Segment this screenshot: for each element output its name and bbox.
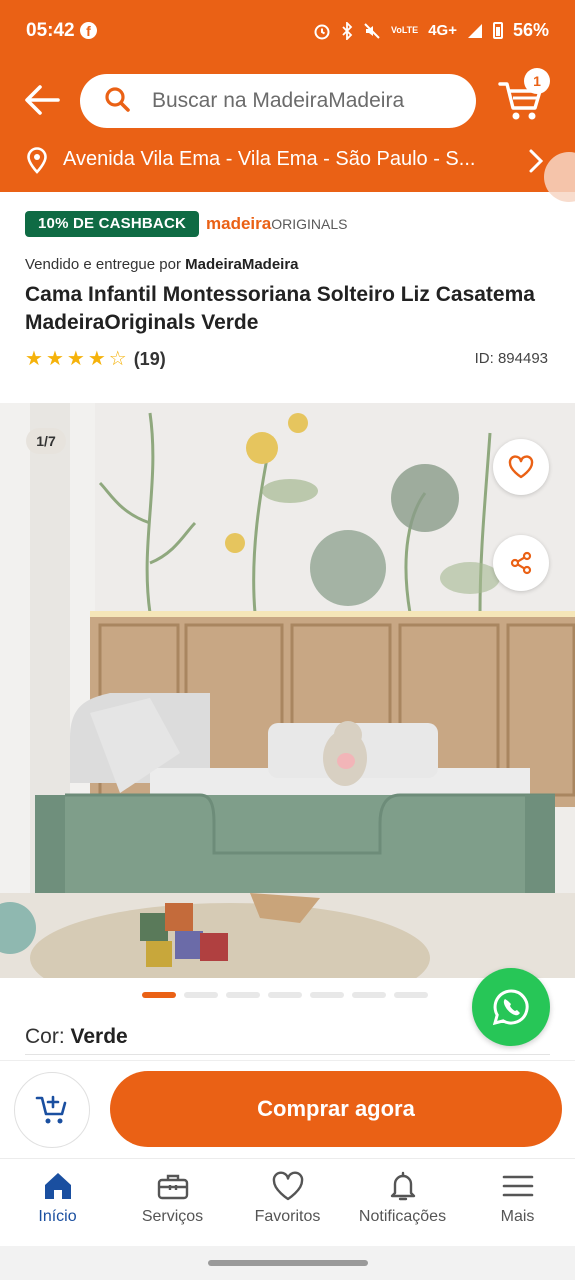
- status-time: 05:42: [26, 20, 75, 41]
- facebook-notification-icon: f: [80, 22, 97, 39]
- status-icons: VoLTE 4G+ 56%: [313, 20, 549, 41]
- signal-icon: [467, 23, 482, 38]
- brand-logo-part2: ORIGINALS: [271, 216, 348, 232]
- delivery-address[interactable]: Avenida Vila Ema - Vila Ema - São Paulo …: [0, 140, 575, 182]
- battery-level: 56%: [512, 20, 549, 40]
- address-text: Avenida Vila Ema - Vila Ema - São Paulo …: [63, 148, 476, 170]
- add-to-cart-button[interactable]: [14, 1072, 90, 1148]
- mute-icon: [364, 22, 380, 39]
- location-pin-icon: [27, 147, 47, 174]
- cashback-badge: 10% DE CASHBACK: [25, 211, 200, 237]
- nav-label: Início: [38, 1208, 77, 1225]
- app-header: 05:42 f VoLTE 4G+ 56% 1: [0, 0, 575, 192]
- nav-label: Notificações: [358, 1208, 447, 1225]
- nav-item-mais[interactable]: Mais: [460, 1166, 575, 1238]
- pagination-dot[interactable]: [226, 992, 260, 998]
- gesture-handle[interactable]: [208, 1260, 368, 1266]
- whatsapp-icon: [492, 989, 529, 1026]
- pagination-dot[interactable]: [310, 992, 344, 998]
- rating[interactable]: ★ ★ ★ ★ ☆ (19): [25, 348, 166, 370]
- home-icon: [44, 1173, 71, 1199]
- pagination-dot[interactable]: [394, 992, 428, 998]
- network-indicator: 4G+: [428, 22, 457, 39]
- cart-count-badge: 1: [524, 68, 550, 94]
- nav-item-inicio[interactable]: Início: [0, 1166, 115, 1238]
- search-icon: [105, 87, 130, 112]
- seller-info: Vendido e entregue por MadeiraMadeira: [25, 256, 299, 273]
- nav-label: Favoritos: [254, 1208, 321, 1225]
- brand-logo-part1: madeira: [206, 214, 272, 233]
- battery-icon: [492, 22, 503, 39]
- pagination-dot[interactable]: [352, 992, 386, 998]
- nav-label: Serviços: [141, 1208, 204, 1225]
- pagination-dot[interactable]: [268, 992, 302, 998]
- add-to-cart-icon: [35, 1095, 67, 1124]
- rating-count: (19): [133, 348, 166, 369]
- product-page: 05:42 f VoLTE 4G+ 56% 1: [0, 0, 575, 1280]
- nav-item-favoritos[interactable]: Favoritos: [230, 1166, 345, 1238]
- share-icon: [510, 551, 532, 575]
- arrow-left-icon: [25, 85, 60, 115]
- heart-icon: [272, 1171, 303, 1201]
- bell-icon: [390, 1171, 415, 1201]
- star-empty-icon: ☆: [108, 348, 127, 370]
- search-bar[interactable]: [80, 74, 476, 128]
- whatsapp-button[interactable]: [472, 968, 550, 1046]
- star-full-icon: ★: [66, 348, 85, 370]
- nav-item-servicos[interactable]: Serviços: [115, 1166, 230, 1238]
- image-counter: 1/7: [26, 428, 66, 454]
- back-button[interactable]: [22, 82, 64, 120]
- seller-prefix: Vendido e entregue por: [25, 256, 181, 273]
- toolbox-icon: [157, 1174, 188, 1200]
- volte-indicator: VoLTE: [391, 25, 419, 35]
- color-value: Verde: [70, 1025, 128, 1048]
- bed-photo: [0, 403, 575, 978]
- buy-now-button[interactable]: Comprar agora: [110, 1071, 562, 1147]
- favorite-button[interactable]: [493, 439, 549, 495]
- heart-icon: [508, 455, 534, 479]
- nav-item-notificacoes[interactable]: Notificações: [345, 1166, 460, 1238]
- pagination-dot[interactable]: [184, 992, 218, 998]
- brand-logo: madeiraORIGINALS: [206, 214, 347, 234]
- status-bar: 05:42 f VoLTE 4G+ 56%: [0, 0, 575, 62]
- alarm-icon: [314, 24, 330, 39]
- product-title: Cama Infantil Montessoriana Solteiro Liz…: [25, 283, 535, 334]
- search-input[interactable]: [152, 74, 462, 128]
- nav-label: Mais: [500, 1208, 535, 1225]
- product-image[interactable]: [0, 403, 575, 978]
- product-id: ID: 894493: [474, 350, 548, 367]
- pagination-dot-active[interactable]: [142, 992, 176, 998]
- seller-name: MadeiraMadeira: [185, 256, 299, 273]
- color-selector-label: Cor: Verde: [25, 1025, 128, 1049]
- share-button[interactable]: [493, 535, 549, 591]
- star-full-icon: ★: [45, 348, 64, 370]
- image-pagination: [142, 992, 428, 998]
- chevron-right-icon: [529, 149, 544, 173]
- star-full-icon: ★: [25, 348, 43, 370]
- menu-icon: [502, 1175, 533, 1197]
- color-label-prefix: Cor:: [25, 1025, 65, 1048]
- star-full-icon: ★: [87, 348, 106, 370]
- bluetooth-icon: [342, 21, 353, 40]
- divider: [25, 1054, 550, 1055]
